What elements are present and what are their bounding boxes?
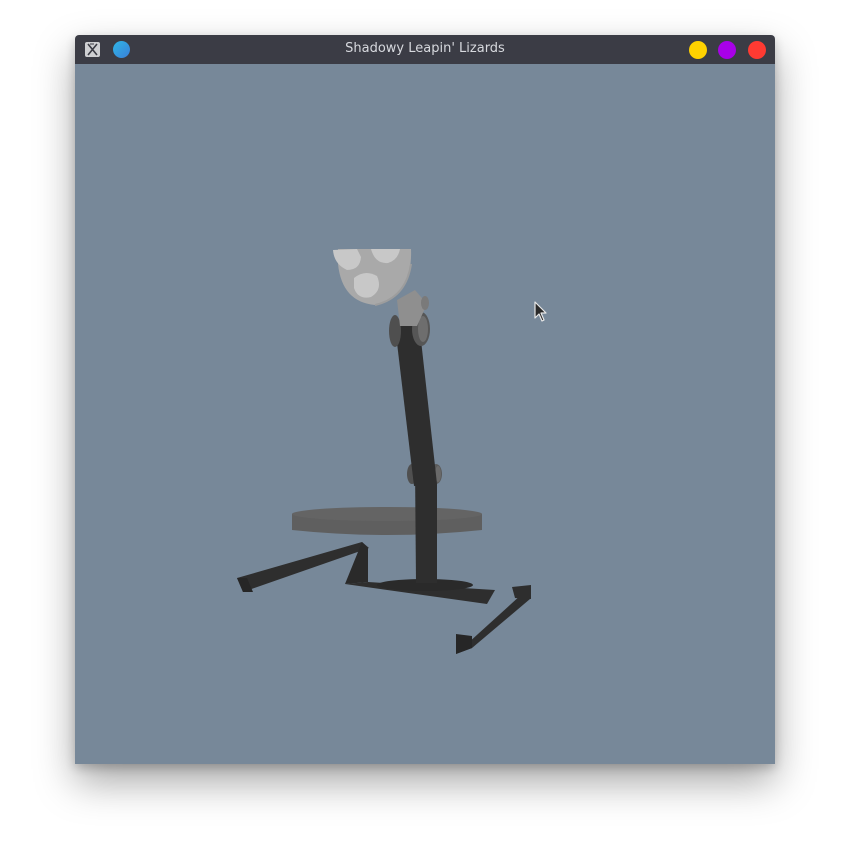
close-button[interactable] xyxy=(748,41,766,59)
lamp-base xyxy=(237,542,531,654)
lamp-head xyxy=(333,249,412,306)
lamp-scene xyxy=(237,249,531,654)
app-window: Shadowy Leapin' Lizards xyxy=(75,35,775,764)
lamp-table xyxy=(292,507,482,535)
window-title: Shadowy Leapin' Lizards xyxy=(345,41,505,56)
gl-viewport[interactable] xyxy=(75,64,775,764)
minimize-button[interactable] xyxy=(689,41,707,59)
maximize-button[interactable] xyxy=(718,41,736,59)
lamp-upper-arm xyxy=(395,322,437,486)
title-bar[interactable]: Shadowy Leapin' Lizards xyxy=(75,35,775,64)
